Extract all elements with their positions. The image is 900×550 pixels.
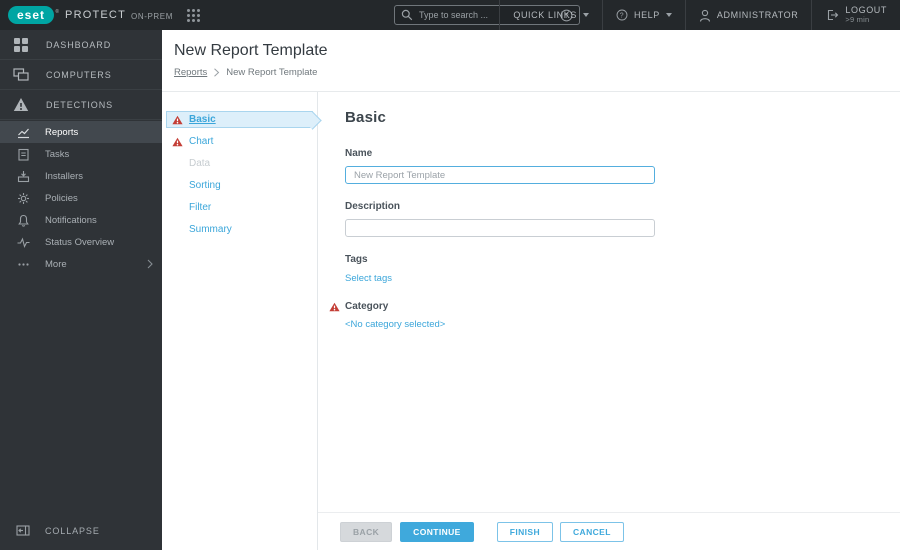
svg-text:?: ?	[620, 12, 624, 19]
user-menu[interactable]: ADMINISTRATOR	[684, 0, 811, 30]
wizard-step-filter[interactable]: Filter	[166, 199, 313, 216]
dashboard-icon	[13, 37, 29, 53]
section-heading: Basic	[345, 109, 387, 126]
user-label: ADMINISTRATOR	[716, 10, 799, 20]
name-label: Name	[345, 148, 373, 159]
sidebar: DASHBOARD COMPUTERS DETECTIONS Reports T…	[0, 30, 162, 550]
logout-label: LOGOUT	[845, 5, 887, 15]
logout-icon	[828, 9, 839, 21]
help-menu[interactable]: ? HELP	[601, 0, 685, 30]
breadcrumb-chevron-icon	[214, 68, 220, 77]
breadcrumb: Reports New Report Template	[174, 67, 900, 78]
sidebar-item-computers[interactable]: COMPUTERS	[0, 60, 162, 90]
sidebar-item-reports[interactable]: Reports	[0, 121, 162, 143]
back-button: BACK	[340, 521, 393, 542]
quick-links-label: QUICK LINKS	[513, 10, 577, 20]
policies-icon	[17, 192, 30, 205]
product-edition: ON-PREM	[131, 11, 173, 21]
warning-icon	[172, 137, 183, 147]
sidebar-collapse-button[interactable]: COLLAPSE	[0, 520, 162, 542]
notifications-icon	[17, 214, 30, 227]
basic-form: Basic Name Description Tags Select tags …	[318, 92, 900, 512]
description-field[interactable]	[345, 219, 655, 237]
status-overview-icon	[17, 236, 30, 249]
detections-icon	[13, 97, 29, 112]
logout-timer: >9 min	[845, 15, 870, 24]
sidebar-item-more[interactable]: More	[0, 253, 162, 275]
warning-icon	[329, 302, 340, 312]
wizard-step-basic[interactable]: Basic	[166, 111, 313, 128]
chevron-down-icon	[665, 13, 672, 17]
product-name: PROTECT	[65, 9, 126, 21]
sidebar-item-detections[interactable]: DETECTIONS	[0, 90, 162, 120]
wizard-step-summary[interactable]: Summary	[166, 221, 313, 238]
wizard-step-sorting[interactable]: Sorting	[166, 177, 313, 194]
wizard-step-data: Data	[189, 158, 211, 169]
help-icon: ?	[616, 9, 628, 21]
breadcrumb-reports-link[interactable]: Reports	[174, 67, 207, 78]
finish-button[interactable]: FINISH	[496, 521, 554, 542]
chevron-right-icon	[147, 259, 153, 269]
sidebar-item-tasks[interactable]: Tasks	[0, 143, 162, 165]
category-label: Category	[345, 301, 389, 312]
warning-icon	[172, 115, 183, 125]
continue-button[interactable]: CONTINUE	[400, 521, 474, 542]
tasks-icon	[17, 148, 30, 161]
chevron-down-icon	[582, 13, 589, 17]
page-header: New Report Template Reports New Report T…	[162, 30, 900, 92]
quick-links-menu[interactable]: QUICK LINKS	[499, 0, 602, 30]
registered-mark: ®	[55, 9, 61, 15]
category-select-link[interactable]: <No category selected>	[345, 319, 445, 330]
sidebar-item-installers[interactable]: Installers	[0, 165, 162, 187]
help-label: HELP	[633, 10, 660, 20]
top-menu: QUICK LINKS ? HELP ADMINISTRATOR LOGOUT …	[499, 0, 900, 30]
wizard-footer: BACK CONTINUE FINISH CANCEL	[318, 512, 900, 550]
wizard-step-nav: Basic Chart Data Sorting Filter Summary	[162, 92, 318, 550]
reports-icon	[17, 126, 30, 139]
logout-menu[interactable]: LOGOUT >9 min	[811, 0, 900, 30]
description-label: Description	[345, 201, 401, 212]
cancel-button[interactable]: CANCEL	[560, 521, 624, 542]
more-icon	[17, 258, 30, 271]
brand: eset ® PROTECT ON-PREM	[0, 6, 200, 24]
select-tags-link[interactable]: Select tags	[345, 273, 392, 284]
sidebar-item-notifications[interactable]: Notifications	[0, 209, 162, 231]
eset-logo-text: eset	[17, 8, 46, 22]
sidebar-item-status-overview[interactable]: Status Overview	[0, 231, 162, 253]
sidebar-item-policies[interactable]: Policies	[0, 187, 162, 209]
apps-grid-icon[interactable]	[186, 8, 200, 22]
eset-logo: eset ®	[8, 6, 59, 24]
user-icon	[699, 9, 710, 22]
sidebar-item-dashboard[interactable]: DASHBOARD	[0, 30, 162, 60]
search-icon	[401, 9, 413, 21]
top-bar: eset ® PROTECT ON-PREM ? QUICK LINKS ?	[0, 0, 900, 30]
page-title: New Report Template	[174, 42, 328, 59]
installers-icon	[17, 170, 30, 183]
breadcrumb-current: New Report Template	[226, 67, 318, 78]
tags-label: Tags	[345, 254, 368, 265]
collapse-icon	[16, 524, 30, 539]
computers-icon	[13, 67, 29, 82]
name-field[interactable]	[345, 166, 655, 184]
wizard-step-chart[interactable]: Chart	[166, 133, 313, 150]
